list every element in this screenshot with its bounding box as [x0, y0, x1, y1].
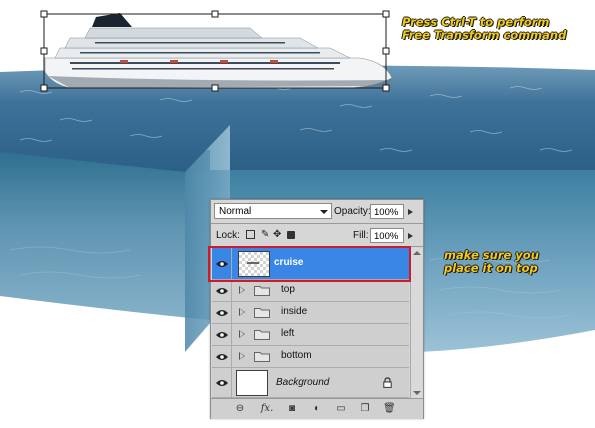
new-group-icon[interactable]: ▭	[335, 402, 347, 415]
layer-row-left[interactable]: left	[212, 324, 409, 346]
layer-row-top[interactable]: top	[212, 280, 409, 302]
visibility-eye-icon[interactable]	[212, 280, 232, 301]
mask-icon[interactable]: ◙	[286, 402, 298, 415]
water-wall-left	[0, 150, 210, 320]
layer-row-inside[interactable]: inside	[212, 302, 409, 324]
layers-panel: Normal Opacity: 100% Lock: ✎ ✥ Fill: 100…	[210, 199, 424, 419]
fill-label: Fill:	[353, 230, 369, 241]
layer-name: Background	[276, 377, 330, 388]
opacity-slider-arrow-icon[interactable]	[408, 209, 413, 215]
layer-name: top	[281, 284, 295, 295]
placement-hint-annotation: make sure you place it on top	[444, 248, 539, 275]
layer-thumbnail	[236, 370, 268, 396]
scroll-down-arrow-icon[interactable]	[413, 391, 421, 395]
visibility-eye-icon[interactable]	[212, 324, 232, 345]
link-icon[interactable]: ⊖	[233, 402, 247, 415]
opacity-label: Opacity:	[334, 206, 371, 217]
layer-row-background[interactable]: Background	[212, 368, 409, 398]
visibility-eye-icon[interactable]	[212, 346, 232, 367]
expand-triangle-icon[interactable]	[239, 330, 245, 338]
layer-row-bottom[interactable]: bottom	[212, 346, 409, 368]
fx-icon[interactable]: fx.	[259, 402, 275, 415]
layer-name: bottom	[281, 350, 312, 361]
blend-mode-select[interactable]: Normal	[214, 203, 332, 219]
scroll-up-arrow-icon[interactable]	[413, 251, 421, 255]
layer-name: left	[281, 328, 295, 339]
expand-triangle-icon[interactable]	[239, 286, 245, 294]
trash-icon[interactable]: 🗑	[383, 402, 396, 415]
lock-all-icon[interactable]	[287, 231, 295, 239]
folder-icon	[254, 286, 270, 296]
fill-field[interactable]: 100%	[370, 228, 413, 243]
transform-hint-annotation: Press Ctrl-T to perform Free Transform c…	[402, 15, 567, 42]
folder-icon	[254, 308, 270, 318]
folder-icon	[254, 352, 270, 362]
adjustment-icon[interactable]: ◐	[311, 402, 323, 415]
lock-icon	[383, 377, 392, 388]
cruise-ship-image	[44, 13, 393, 89]
selected-layer-highlight	[208, 246, 411, 282]
new-layer-icon[interactable]: ❐	[359, 402, 371, 415]
layer-name: inside	[281, 306, 308, 317]
lock-position-icon[interactable]: ✥	[273, 230, 281, 240]
fill-slider-arrow-icon[interactable]	[408, 233, 413, 239]
opacity-field[interactable]: 100%	[370, 204, 413, 219]
lock-image-pixels-icon[interactable]: ✎	[261, 230, 269, 240]
visibility-eye-icon[interactable]	[212, 368, 232, 397]
folder-icon	[254, 330, 270, 340]
lock-label: Lock:	[216, 230, 240, 241]
layers-scrollbar[interactable]	[410, 248, 422, 398]
layers-footer-toolbar: ⊖ fx. ◙ ◐ ▭ ❐ 🗑	[211, 398, 423, 419]
chevron-down-icon	[320, 210, 328, 214]
visibility-eye-icon[interactable]	[212, 302, 232, 323]
expand-triangle-icon[interactable]	[239, 308, 245, 316]
expand-triangle-icon[interactable]	[239, 352, 245, 360]
lock-transparency-icon[interactable]	[246, 230, 255, 239]
